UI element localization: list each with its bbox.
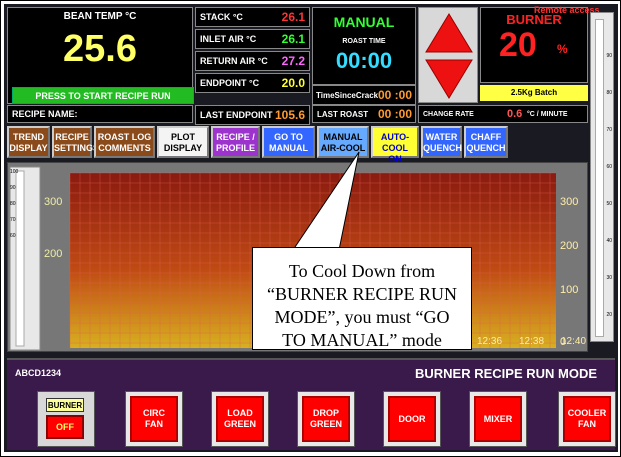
batch-size-button[interactable]: 2.5Kg Batch <box>480 85 588 101</box>
scale-tick: 20 <box>606 312 612 318</box>
water-quench-button[interactable]: WATER QUENCH <box>421 126 462 158</box>
bean-temp-label: BEAN TEMP °C <box>63 11 137 22</box>
change-rate: CHANGE RATE 0.6 °C / MINUTE <box>418 105 588 123</box>
start-recipe-run-button[interactable]: PRESS TO START RECIPE RUN <box>12 87 194 104</box>
bean-temp-panel: BEAN TEMP °C 25.6 PRESS TO START RECIPE … <box>7 7 194 104</box>
recipe-name-label: RECIPE NAME: <box>12 109 78 119</box>
change-rate-unit: °C / MINUTE <box>527 111 568 118</box>
mini-gauge-tick: 80 <box>10 201 16 207</box>
roaster-code: ABCD1234 <box>15 368 62 378</box>
reading-value: 26.1 <box>281 10 305 24</box>
plot-display-button[interactable]: PLOT DISPLAY <box>157 126 209 158</box>
reading-0: STACK °C 26.1 <box>195 7 310 27</box>
right-axis-tick: 100 <box>560 284 578 296</box>
burner-panel: BURNER 20 % <box>480 7 588 83</box>
burner-up-arrow-icon[interactable] <box>424 12 474 54</box>
circ-fan-button-label: CIRC FAN <box>130 396 178 442</box>
side-scale: 90 80 70 60 50 40 30 20 <box>590 12 614 342</box>
roaster-control-screen: BEAN TEMP °C 25.6 PRESS TO START RECIPE … <box>4 4 618 452</box>
scale-tick: 30 <box>606 275 612 281</box>
roast-log-comments-button[interactable]: ROAST LOG COMMENTS <box>94 126 155 158</box>
chart-mini-gauge <box>9 166 41 351</box>
mode-title: BURNER RECIPE RUN MODE <box>414 366 597 381</box>
callout-text: To Cool Down from “BURNER RECIPE RUN MOD… <box>266 261 457 350</box>
drop-green-button-label: DROP GREEN <box>302 396 350 442</box>
reading-label: INLET AIR °C <box>200 34 257 44</box>
annotation-callout: To Cool Down from “BURNER RECIPE RUN MOD… <box>252 247 472 350</box>
drop-green-button[interactable]: DROP GREEN <box>297 391 355 447</box>
time-axis-tick: 12:40 <box>561 336 586 347</box>
manual-air-cool-button[interactable]: MANUAL AIR-COOL <box>317 126 369 158</box>
change-rate-value: 0.6 <box>507 108 523 120</box>
go-to-manual-button[interactable]: GO TO MANUAL <box>262 126 315 158</box>
reading-value: 105.6 <box>274 108 305 122</box>
mini-gauge-tick: 70 <box>10 217 16 223</box>
burner-down-arrow-icon[interactable] <box>424 58 474 100</box>
right-axis-tick: 300 <box>560 196 578 208</box>
burner-value: 20 <box>499 26 537 64</box>
time-axis-tick: 12:38 <box>519 336 544 347</box>
auto-cool-on-button[interactable]: AUTO-COOL ON <box>371 126 419 164</box>
time-axis-tick: 12:36 <box>477 336 502 347</box>
last-roast: LAST ROAST 00 :00 <box>312 105 416 123</box>
scale-tick: 80 <box>606 90 612 96</box>
load-green-button-label: LOAD GREEN <box>216 396 264 442</box>
mixer-button[interactable]: MIXER <box>469 391 527 447</box>
door-button-label: DOOR <box>388 396 436 442</box>
scale-tick: 40 <box>606 238 612 244</box>
roast-time-value: 00:00 <box>335 48 393 73</box>
circ-fan-button[interactable]: CIRC FAN <box>125 391 183 447</box>
mini-gauge-tick: 100 <box>10 169 19 175</box>
burner-switch-label: BURNER <box>46 398 84 412</box>
screenshot-frame: BEAN TEMP °C 25.6 PRESS TO START RECIPE … <box>0 0 621 457</box>
right-axis-tick: 200 <box>560 240 578 252</box>
recipe-settings-button[interactable]: RECIPE SETTINGS <box>52 126 99 158</box>
bean-temp-value: 25.6 <box>63 28 137 70</box>
time-since-crack-label: TimeSinceCrack <box>316 91 379 100</box>
left-axis-tick: 300 <box>44 196 62 208</box>
burner-off-button[interactable]: OFF <box>46 415 84 439</box>
recipe-profile-button[interactable]: RECIPE / PROFILE <box>211 126 260 158</box>
trend-display-button[interactable]: TREND DISPLAY <box>7 126 50 158</box>
reading-label: STACK °C <box>200 12 243 22</box>
scale-tick: 60 <box>606 164 612 170</box>
burner-unit: % <box>557 42 568 56</box>
load-green-button[interactable]: LOAD GREEN <box>211 391 269 447</box>
reading-value: 26.1 <box>281 32 305 46</box>
time-since-crack: TimeSinceCrack 00 :00 <box>312 85 416 105</box>
recipe-name-field[interactable]: RECIPE NAME: <box>7 105 193 123</box>
scale-tube <box>595 19 604 337</box>
cooler-fan-button-label: COOLER FAN <box>563 396 611 442</box>
scale-tick: 90 <box>606 53 612 59</box>
scale-tick: 50 <box>606 201 612 207</box>
bottom-control-panel: ABCD1234 BURNER RECIPE RUN MODE BURNER O… <box>7 358 616 450</box>
change-rate-label: CHANGE RATE <box>423 111 474 118</box>
scale-tick: 70 <box>606 127 612 133</box>
burner-adjust-panel <box>418 7 478 103</box>
mode-name: MANUAL <box>333 14 395 30</box>
door-button[interactable]: DOOR <box>383 391 441 447</box>
roast-time-label: ROAST TIME <box>342 38 386 45</box>
reading-value: 27.2 <box>281 54 305 68</box>
mini-gauge-tick: 60 <box>10 233 16 239</box>
reading-label: ENDPOINT °C <box>200 78 260 88</box>
reading-3: ENDPOINT °C 20.0 <box>195 73 310 93</box>
last-roast-value: 00 :00 <box>377 107 412 121</box>
reading-value: 20.0 <box>281 76 305 90</box>
mode-panel: MANUAL ROAST TIME 00:00 <box>312 7 416 85</box>
chaff-quench-button[interactable]: CHAFF QUENCH <box>464 126 508 158</box>
reading-2: RETURN AIR °C 27.2 <box>195 51 310 71</box>
reading-label: LAST ENDPOINT <box>200 110 273 120</box>
mini-gauge-tick: 90 <box>10 185 16 191</box>
cooler-fan-button[interactable]: COOLER FAN <box>558 391 616 447</box>
left-axis-tick: 200 <box>44 248 62 260</box>
last-roast-label: LAST ROAST <box>317 110 369 119</box>
mixer-button-label: MIXER <box>474 396 522 442</box>
time-since-crack-value: 00 :00 <box>377 88 412 102</box>
reading-label: RETURN AIR °C <box>200 56 268 66</box>
reading-1: INLET AIR °C 26.1 <box>195 29 310 49</box>
reading-4: LAST ENDPOINT 105.6 <box>195 105 310 125</box>
